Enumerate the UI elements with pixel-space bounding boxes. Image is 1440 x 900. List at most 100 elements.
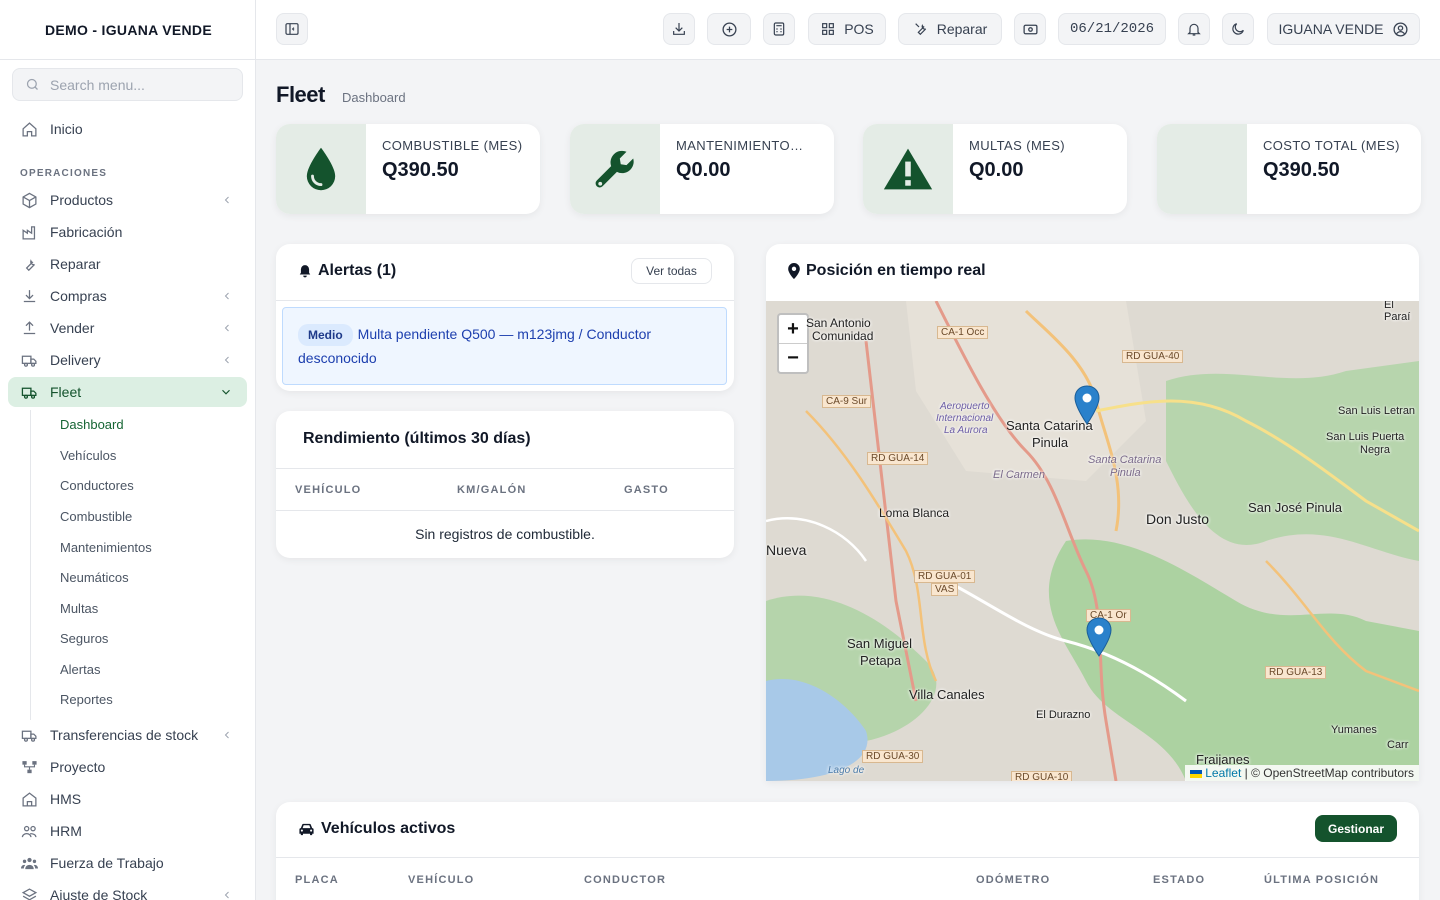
alert-item[interactable]: Medio Multa pendiente Q500 — m123jmg / Co… — [282, 307, 727, 385]
search-input[interactable] — [50, 76, 220, 93]
map-pin-icon — [788, 263, 800, 279]
sidebar-item-vender[interactable]: Vender — [8, 313, 247, 343]
alert-level-badge: Medio — [298, 324, 353, 346]
alerts-title: Alertas (1) — [298, 262, 396, 280]
brand-name: DEMO - IGUANA VENDE — [0, 0, 255, 60]
alerts-title-text: Alertas (1) — [318, 262, 397, 279]
sidebar-item-proyecto[interactable]: Proyecto — [8, 752, 247, 782]
attribution-text: | © OpenStreetMap contributors — [1244, 766, 1414, 780]
sidebar-toggle-icon — [285, 23, 299, 35]
tools-icon — [20, 255, 38, 273]
map-place-label: Lago de — [828, 765, 865, 776]
sidebar-item-label: Fleet — [50, 384, 82, 400]
upload-icon — [20, 319, 38, 337]
chevron-left-icon — [224, 891, 229, 899]
map-place-label: Don Justo — [1146, 511, 1210, 527]
submenu-item-alertas[interactable]: Alertas — [60, 662, 100, 677]
view-all-alerts-button[interactable]: Ver todas — [631, 258, 712, 284]
live-map[interactable]: + − San Antonio Comunidad Santa Catarina… — [766, 301, 1419, 781]
sidebar-item-transferencias[interactable]: Transferencias de stock — [8, 720, 247, 750]
sidebar-item-label: Transferencias de stock — [50, 727, 199, 743]
repair-label: Reparar — [936, 21, 988, 37]
sidebar-item-label: Delivery — [50, 352, 101, 368]
theme-toggle-button[interactable] — [1222, 13, 1254, 45]
table-header-estado: ESTADO — [1153, 874, 1206, 886]
submenu-item-vehiculos[interactable]: Vehículos — [60, 448, 116, 463]
sidebar-item-label: HRM — [50, 823, 82, 839]
sidebar-item-fuerza-de-trabajo[interactable]: Fuerza de Trabajo — [8, 848, 247, 878]
sidebar-item-compras[interactable]: Compras — [8, 281, 247, 311]
map-place-label: San Luis Puerta — [1326, 431, 1405, 443]
map-place-label: San José Pinula — [1248, 500, 1342, 515]
leaflet-link[interactable]: Leaflet — [1205, 766, 1241, 780]
table-header-vehiculo: VEHÍCULO — [408, 874, 475, 886]
sidebar-item-reparar[interactable]: Reparar — [8, 249, 247, 279]
sidebar-item-fabricacion[interactable]: Fabricación — [8, 217, 247, 247]
bell-icon — [1187, 23, 1201, 36]
zoom-control: + − — [777, 313, 809, 374]
page-subtitle: Dashboard — [342, 90, 406, 105]
add-button[interactable] — [707, 13, 751, 45]
submenu-item-conductores[interactable]: Conductores — [60, 478, 134, 493]
map-place-label: Petapa — [860, 653, 902, 668]
stat-card-fuel: COMBUSTIBLE (MES) Q390.50 — [276, 124, 540, 214]
vehicle-marker-icon[interactable] — [1086, 617, 1112, 657]
home-icon — [20, 120, 38, 138]
map-attribution: Leaflet | © OpenStreetMap contributors — [1184, 765, 1419, 781]
submenu-item-combustible[interactable]: Combustible — [60, 509, 132, 524]
map-place-label: Internacional — [936, 413, 994, 424]
app-root: DEMO - IGUANA VENDE Inicio OPERACIONES P… — [0, 0, 1440, 900]
submenu-item-multas[interactable]: Multas — [60, 601, 98, 616]
map-road-label: RD GUA-14 — [867, 452, 929, 465]
empty-state-text: Sin registros de combustible. — [415, 526, 595, 542]
calculator-icon — [773, 22, 785, 36]
submenu-item-reportes[interactable]: Reportes — [60, 692, 113, 707]
download-icon — [673, 23, 685, 35]
submenu-item-dashboard[interactable]: Dashboard — [60, 417, 124, 432]
map-road-label: RD GUA-01 — [914, 570, 976, 583]
calculator-button[interactable] — [763, 13, 795, 45]
sidebar-item-hrm[interactable]: HRM — [8, 816, 247, 846]
cash-button[interactable] — [1014, 13, 1046, 45]
sidebar-item-ajuste-de-stock[interactable]: Ajuste de Stock — [8, 880, 247, 900]
notifications-button[interactable] — [1178, 13, 1210, 45]
stat-value: Q0.00 — [676, 159, 731, 181]
table-header-km-galon: KM/GALÓN — [457, 484, 527, 496]
team-icon — [20, 854, 38, 872]
sidebar-item-delivery[interactable]: Delivery — [8, 345, 247, 375]
sidebar-item-productos[interactable]: Productos — [8, 185, 247, 215]
sidebar-item-inicio[interactable]: Inicio — [8, 114, 247, 144]
car-icon — [299, 823, 314, 835]
pos-button[interactable]: POS — [808, 13, 886, 45]
sidebar: DEMO - IGUANA VENDE Inicio OPERACIONES P… — [0, 0, 256, 900]
user-circle-icon — [1393, 21, 1408, 37]
user-menu-button[interactable]: IGUANA VENDE — [1267, 13, 1420, 45]
warning-icon — [863, 124, 953, 214]
map-place-label: La Aurora — [944, 425, 988, 436]
chevron-left-icon — [224, 292, 229, 300]
repair-button[interactable]: Reparar — [898, 13, 1002, 45]
box-icon — [20, 191, 38, 209]
sidebar-item-hms[interactable]: HMS — [8, 784, 247, 814]
submenu-item-mantenimientos[interactable]: Mantenimientos — [60, 540, 152, 555]
toggle-sidebar-button[interactable] — [276, 13, 308, 45]
wrench-icon — [570, 124, 660, 214]
table-header-gasto: GASTO — [624, 484, 669, 496]
map-place-label: Pinula — [1032, 435, 1069, 450]
manage-vehicles-button[interactable]: Gestionar — [1315, 815, 1397, 842]
submenu-item-seguros[interactable]: Seguros — [60, 631, 108, 646]
search-box[interactable] — [12, 68, 243, 101]
submenu-item-neumaticos[interactable]: Neumáticos — [60, 570, 129, 585]
vehicle-marker-icon[interactable] — [1074, 385, 1100, 425]
date-display[interactable]: 06/21/2026 — [1058, 13, 1166, 45]
zoom-in-button[interactable]: + — [779, 315, 807, 344]
map-place-label: El Durazno — [1036, 709, 1091, 721]
zoom-out-button[interactable]: − — [779, 344, 807, 373]
sidebar-item-fleet[interactable]: Fleet — [8, 377, 247, 407]
stack-icon — [20, 886, 38, 900]
vehicles-title-text: Vehículos activos — [321, 820, 456, 837]
sidebar-item-label: Fabricación — [50, 224, 123, 240]
map-place-label: Loma Blanca — [879, 506, 950, 520]
divider — [276, 857, 1419, 858]
download-button[interactable] — [663, 13, 695, 45]
